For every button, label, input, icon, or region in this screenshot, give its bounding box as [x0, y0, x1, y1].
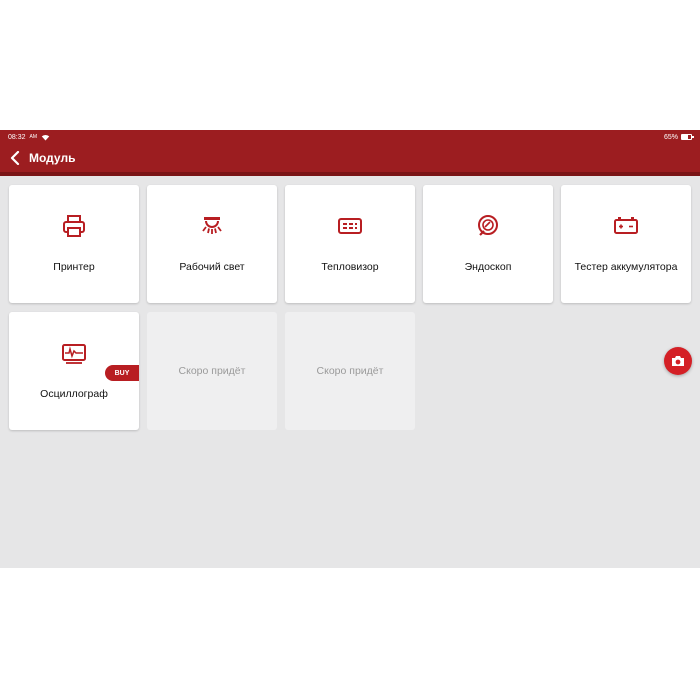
camera-icon: [672, 356, 684, 366]
module-battery-tester[interactable]: Тестер аккумулятора: [561, 185, 691, 303]
buy-badge[interactable]: BUY: [105, 365, 139, 381]
module-label: Принтер: [53, 261, 95, 273]
module-label: Тестер аккумулятора: [574, 261, 678, 273]
status-time: 08:32: [8, 133, 26, 141]
module-coming-soon: Скоро придёт: [147, 312, 277, 430]
oscilloscope-icon: [61, 340, 87, 366]
thermal-imager-icon: [337, 213, 363, 239]
module-endoscope[interactable]: Эндоскоп: [423, 185, 553, 303]
battery-icon: [681, 134, 694, 140]
wifi-icon: [41, 134, 50, 140]
screenshot-button[interactable]: [664, 347, 692, 375]
battery-percent: 65%: [663, 133, 678, 141]
app-screen: 08:32 AM 65% Модуль Принтер Рабочий свет…: [0, 130, 700, 568]
module-thermal-imager[interactable]: Тепловизор: [285, 185, 415, 303]
chevron-left-icon: [10, 151, 20, 165]
module-label: Тепловизор: [321, 261, 379, 273]
back-button[interactable]: [8, 150, 22, 166]
printer-icon: [61, 213, 87, 239]
status-bar: 08:32 AM 65%: [0, 130, 700, 144]
page-title: Модуль: [29, 151, 76, 165]
status-ampm: AM: [29, 134, 38, 140]
module-label: Скоро придёт: [178, 365, 246, 377]
module-label: Осциллограф: [40, 388, 108, 400]
module-oscilloscope[interactable]: Осциллограф BUY: [9, 312, 139, 430]
module-label: Эндоскоп: [464, 261, 512, 273]
module-label: Скоро придёт: [316, 365, 384, 377]
work-light-icon: [199, 213, 225, 239]
title-bar: Модуль: [0, 144, 700, 176]
battery-tester-icon: [613, 213, 639, 239]
module-coming-soon: Скоро придёт: [285, 312, 415, 430]
module-work-light[interactable]: Рабочий свет: [147, 185, 277, 303]
endoscope-icon: [475, 213, 501, 239]
module-label: Рабочий свет: [179, 261, 245, 273]
module-printer[interactable]: Принтер: [9, 185, 139, 303]
